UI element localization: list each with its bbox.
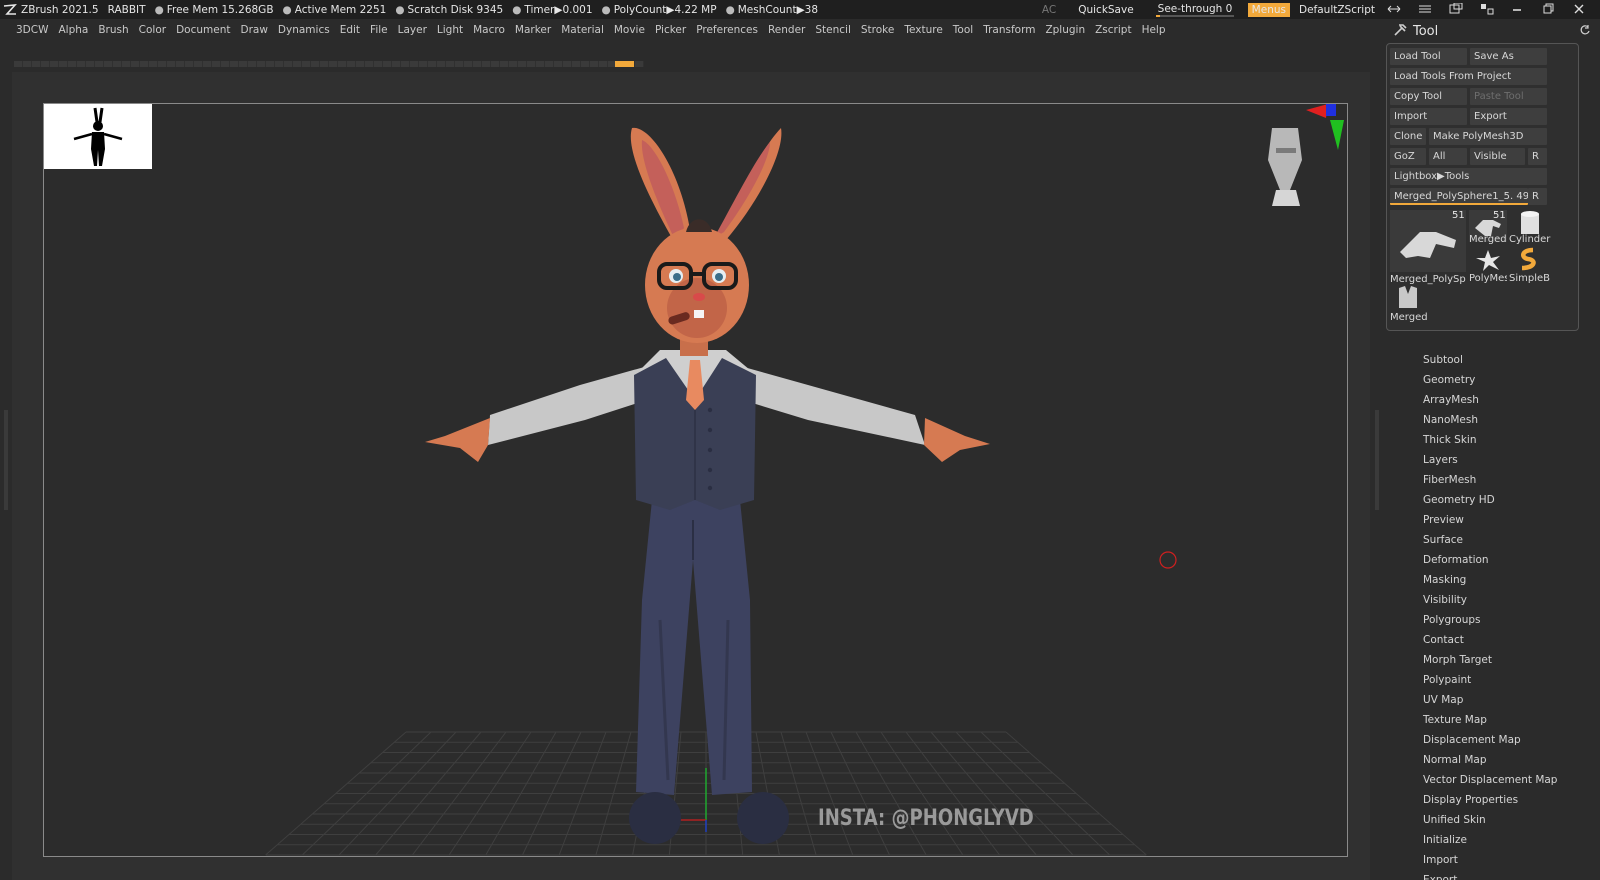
tool-subpalette-list: Subtool Geometry ArrayMesh NanoMesh Thick Sk…	[1383, 350, 1600, 880]
subpalette-fibermesh[interactable]: FiberMesh	[1383, 470, 1600, 490]
subpalette-arraymesh[interactable]: ArrayMesh	[1383, 390, 1600, 410]
save-as-button[interactable]: Save As	[1470, 48, 1547, 65]
subpalette-surface[interactable]: Surface	[1383, 530, 1600, 550]
tool-tile-label: PolyMes	[1469, 273, 1507, 284]
subpalette-deformation[interactable]: Deformation	[1383, 550, 1600, 570]
subpalette-polypaint[interactable]: Polypaint	[1383, 670, 1600, 690]
subpalette-normal-map[interactable]: Normal Map	[1383, 750, 1600, 770]
silhouette-thumbnail[interactable]	[44, 104, 152, 169]
tool-tile-count: 51	[1452, 210, 1465, 221]
subpalette-display-properties[interactable]: Display Properties	[1383, 790, 1600, 810]
tool-controls-box: Load Tool Save As Load Tools From Projec…	[1386, 43, 1579, 331]
subpalette-nanomesh[interactable]: NanoMesh	[1383, 410, 1600, 430]
goz-visible-button[interactable]: Visible	[1470, 148, 1525, 165]
subpalette-polygroups[interactable]: Polygroups	[1383, 610, 1600, 630]
subpalette-subtool[interactable]: Subtool	[1383, 350, 1600, 370]
subpalette-contact[interactable]: Contact	[1383, 630, 1600, 650]
hammer-icon	[1394, 24, 1407, 36]
refresh-icon[interactable]	[1579, 24, 1591, 36]
subpalette-layers[interactable]: Layers	[1383, 450, 1600, 470]
goz-r-button[interactable]: R	[1528, 148, 1547, 165]
tool-palette-title: Tool	[1413, 23, 1439, 39]
copy-tool-button[interactable]: Copy Tool	[1390, 88, 1467, 105]
tool-tile-label: SimpleB	[1509, 273, 1551, 284]
tool-tile-count: 51	[1493, 210, 1506, 221]
lightbox-tools-button[interactable]: Lightbox▶Tools	[1390, 168, 1547, 185]
subpalette-import[interactable]: Import	[1383, 850, 1600, 870]
subpalette-morph-target[interactable]: Morph Target	[1383, 650, 1600, 670]
tool-tile-label: Merged	[1469, 234, 1507, 245]
subpalette-geometry-hd[interactable]: Geometry HD	[1383, 490, 1600, 510]
load-tools-from-project-button[interactable]: Load Tools From Project	[1390, 68, 1547, 85]
current-tool-slider[interactable]: Merged_PolySphere1_5. 49	[1390, 188, 1528, 205]
subpalette-vector-displacement-map[interactable]: Vector Displacement Map	[1383, 770, 1600, 790]
tool-palette-header[interactable]: Tool	[1383, 19, 1600, 43]
watermark-text: INSTA: @PHONGLYVD	[818, 806, 1034, 831]
viewport-scene	[265, 104, 1344, 856]
simplebrush-s-icon[interactable]	[1513, 246, 1543, 272]
subpalette-visibility[interactable]: Visibility	[1383, 590, 1600, 610]
orientation-axis-icon[interactable]	[1306, 104, 1344, 150]
brush-cursor-icon	[1159, 551, 1177, 569]
import-button[interactable]: Import	[1390, 108, 1467, 125]
subpalette-displacement-map[interactable]: Displacement Map	[1383, 730, 1600, 750]
subpalette-texture-map[interactable]: Texture Map	[1383, 710, 1600, 730]
subpalette-preview[interactable]: Preview	[1383, 510, 1600, 530]
subpalette-thick-skin[interactable]: Thick Skin	[1383, 430, 1600, 450]
goz-all-button[interactable]: All	[1429, 148, 1467, 165]
subpalette-unified-skin[interactable]: Unified Skin	[1383, 810, 1600, 830]
polymesh-star-icon[interactable]	[1473, 248, 1503, 272]
tool-tile-label: Merged	[1390, 312, 1428, 323]
subpalette-uv-map[interactable]: UV Map	[1383, 690, 1600, 710]
goz-button[interactable]: GoZ	[1390, 148, 1426, 165]
subpalette-export[interactable]: Export	[1383, 870, 1600, 880]
rabbit-silhouette-icon	[73, 107, 123, 166]
tool-tile-label: Cylinder	[1509, 234, 1551, 245]
make-polymesh3d-button[interactable]: Make PolyMesh3D	[1429, 128, 1547, 145]
tool-palette: Tool Load Tool Save As Load Tools From P…	[1383, 19, 1600, 880]
navigation-head-gizmo[interactable]	[1268, 128, 1302, 206]
paste-tool-button[interactable]: Paste Tool	[1470, 88, 1547, 105]
vest-mesh-icon[interactable]	[1393, 282, 1423, 312]
subpalette-initialize[interactable]: Initialize	[1383, 830, 1600, 850]
rabbit-character-model	[425, 127, 990, 844]
subpalette-masking[interactable]: Masking	[1383, 570, 1600, 590]
current-tool-r-button[interactable]: R	[1528, 188, 1547, 205]
clone-button[interactable]: Clone	[1390, 128, 1426, 145]
load-tool-button[interactable]: Load Tool	[1390, 48, 1467, 65]
export-button[interactable]: Export	[1470, 108, 1547, 125]
subpalette-geometry[interactable]: Geometry	[1383, 370, 1600, 390]
